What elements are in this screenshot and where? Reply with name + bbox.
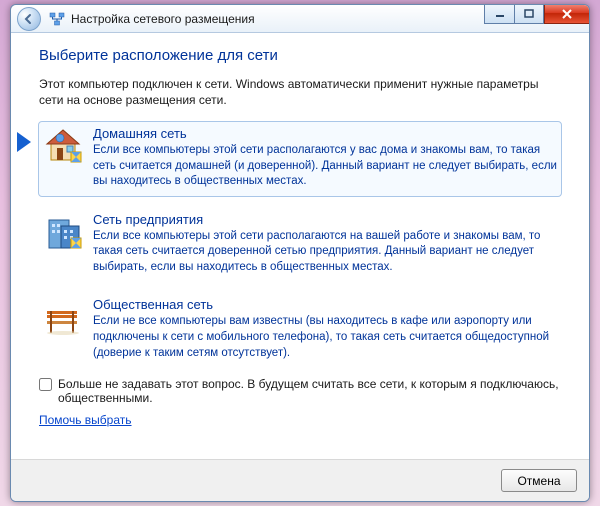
option-work-title: Сеть предприятия bbox=[93, 212, 557, 227]
close-button[interactable] bbox=[544, 4, 590, 24]
help-link[interactable]: Помочь выбрать bbox=[39, 413, 132, 427]
option-public-desc: Если не все компьютеры вам известны (вы … bbox=[93, 314, 557, 361]
option-public-title: Общественная сеть bbox=[93, 297, 557, 312]
window-title: Настройка сетевого размещения bbox=[71, 12, 255, 26]
dialog-footer: Отмена bbox=[11, 459, 589, 501]
network-icon bbox=[49, 11, 65, 27]
titlebar: Настройка сетевого размещения bbox=[11, 5, 589, 33]
network-options: Домашняя сеть Если все компьютеры этой с… bbox=[39, 122, 561, 367]
house-icon bbox=[43, 126, 83, 166]
selection-arrow-icon bbox=[17, 132, 31, 152]
option-home-network[interactable]: Домашняя сеть Если все компьютеры этой с… bbox=[39, 122, 561, 196]
office-building-icon bbox=[43, 212, 83, 252]
option-public-network[interactable]: Общественная сеть Если не все компьютеры… bbox=[39, 293, 561, 367]
dialog-window: Настройка сетевого размещения Выберите р… bbox=[10, 4, 590, 502]
intro-text: Этот компьютер подключен к сети. Windows… bbox=[39, 76, 561, 108]
minimize-button[interactable] bbox=[484, 4, 514, 24]
option-home-desc: Если все компьютеры этой сети располагаю… bbox=[93, 143, 557, 190]
dont-ask-row[interactable]: Больше не задавать этот вопрос. В будуще… bbox=[39, 377, 561, 405]
content-area: Выберите расположение для сети Этот комп… bbox=[11, 33, 589, 459]
option-work-desc: Если все компьютеры этой сети располагаю… bbox=[93, 229, 557, 276]
option-work-network[interactable]: Сеть предприятия Если все компьютеры это… bbox=[39, 208, 561, 282]
park-bench-icon bbox=[43, 297, 83, 337]
cancel-button[interactable]: Отмена bbox=[501, 469, 577, 492]
dont-ask-label: Больше не задавать этот вопрос. В будуще… bbox=[58, 377, 561, 405]
dont-ask-checkbox[interactable] bbox=[39, 378, 52, 391]
back-button[interactable] bbox=[17, 7, 41, 31]
maximize-button[interactable] bbox=[514, 4, 544, 24]
window-controls bbox=[484, 4, 590, 24]
page-heading: Выберите расположение для сети bbox=[39, 47, 561, 64]
option-home-title: Домашняя сеть bbox=[93, 126, 557, 141]
